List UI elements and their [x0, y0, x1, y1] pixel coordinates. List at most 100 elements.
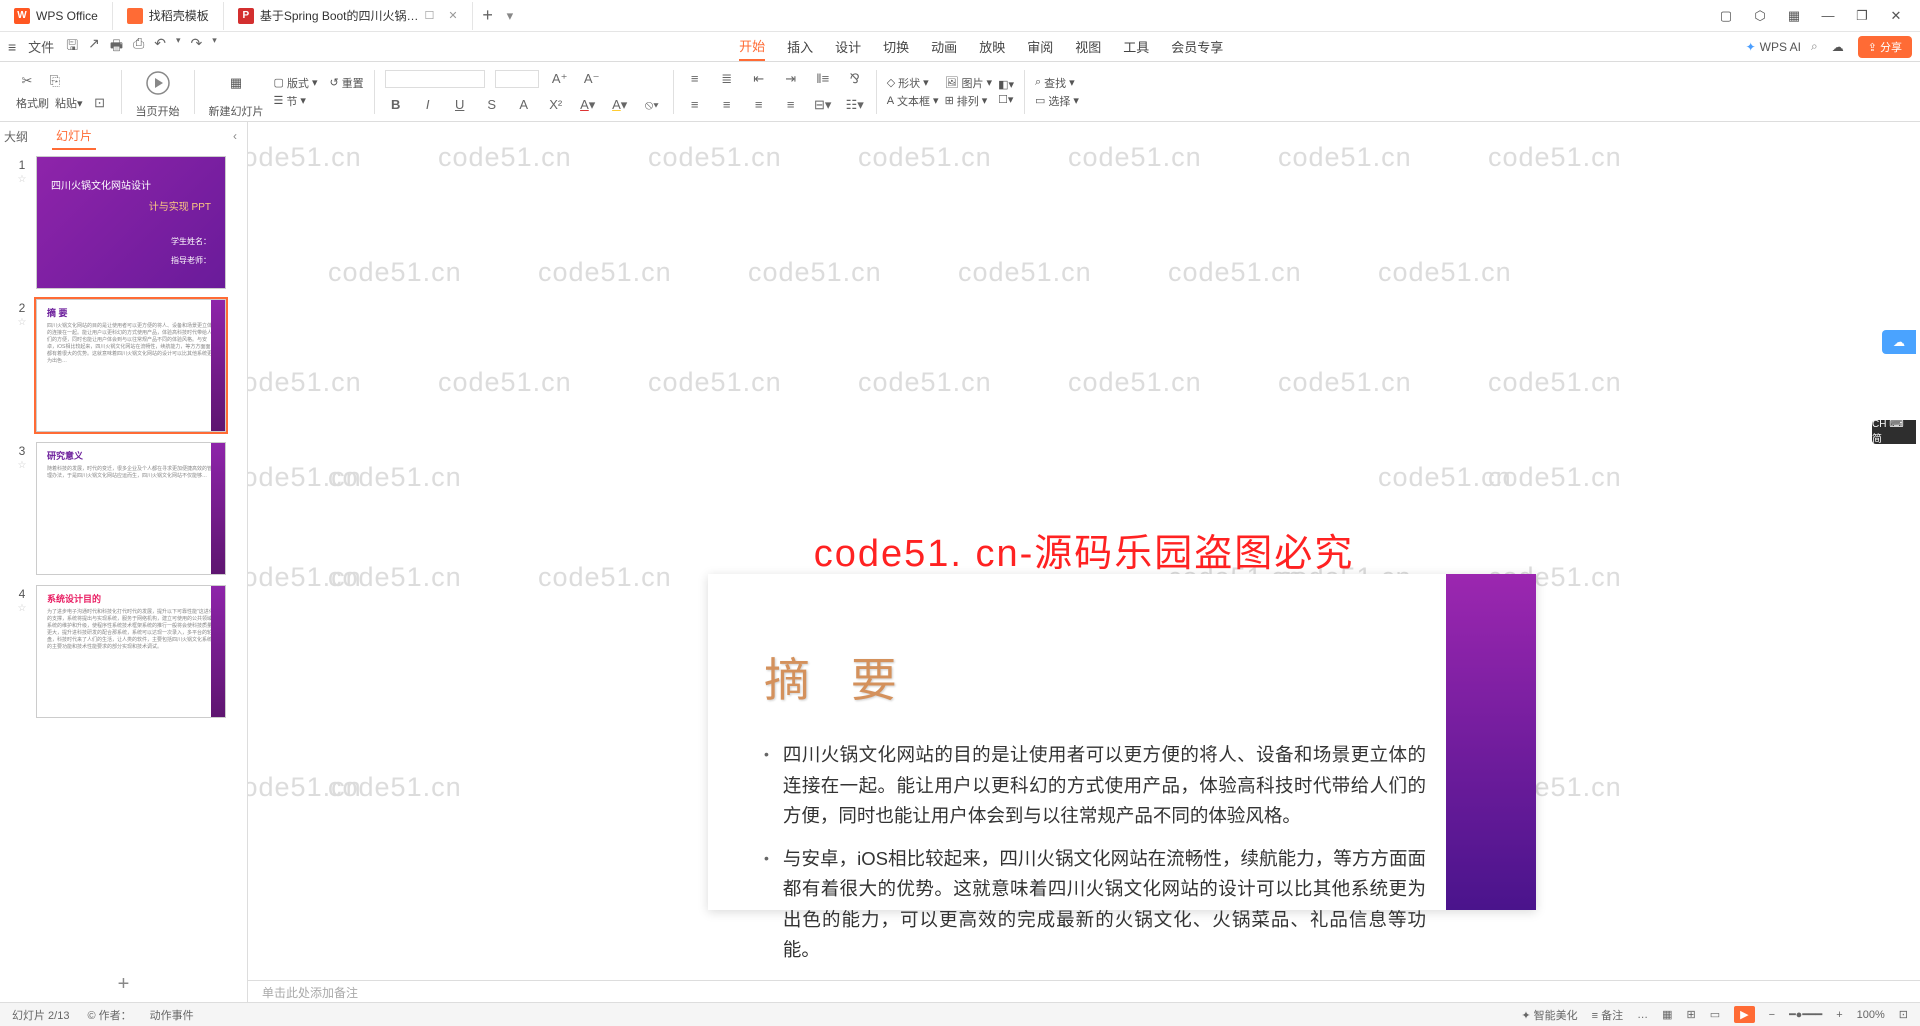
undo-icon[interactable]: ↶: [154, 35, 166, 59]
indent-inc-icon[interactable]: ⇥: [780, 69, 802, 89]
notes-toggle[interactable]: ≡ 备注: [1592, 1007, 1623, 1023]
thumb[interactable]: 系统设计目的 为了进步电子沟通时代和科技化打代时代的发展，提升以下可靠性能"这进…: [36, 585, 226, 718]
tab-design[interactable]: 设计: [835, 32, 861, 61]
italic-icon[interactable]: I: [417, 95, 439, 115]
app-tab-template[interactable]: 找稻壳模板: [113, 2, 224, 30]
slide-thumb-3[interactable]: 3☆ 研究意义 随着科技的发展，时代的变迁，很多企业及个人都在寻求更加便捷高效的…: [14, 442, 243, 575]
numbering-icon[interactable]: ≣: [716, 69, 738, 89]
find-button[interactable]: ⌕ 查找▾: [1035, 75, 1079, 91]
smart-art-icon[interactable]: ☷▾: [844, 95, 866, 115]
undo-menu-icon[interactable]: ▾: [176, 35, 181, 59]
zoom-out-icon[interactable]: −: [1769, 1009, 1775, 1021]
collapse-panel-icon[interactable]: ‹: [233, 129, 237, 143]
tab-menu-icon[interactable]: ▾: [507, 8, 514, 24]
star-icon[interactable]: ☆: [18, 174, 27, 185]
tab-view[interactable]: 视图: [1075, 32, 1101, 61]
star-icon[interactable]: ☆: [18, 460, 27, 471]
slides-tab[interactable]: 幻灯片: [52, 123, 96, 150]
new-tab-button[interactable]: +: [473, 5, 503, 26]
more-icon[interactable]: …: [1637, 1009, 1648, 1021]
align-left-icon[interactable]: ≡: [684, 95, 706, 115]
tab-slideshow[interactable]: 放映: [979, 32, 1005, 61]
strike-icon[interactable]: S: [481, 95, 503, 115]
thumb[interactable]: 摘 要 四川火锅文化网站的目的是让使用者可以更方便的将人、设备和场景更立体的连接…: [36, 299, 226, 432]
beautify-button[interactable]: ✦ 智能美化: [1521, 1007, 1577, 1023]
copy-icon[interactable]: ⎘: [44, 71, 66, 91]
close-icon[interactable]: ✕: [1880, 4, 1912, 28]
tab-animation[interactable]: 动画: [931, 32, 957, 61]
superscript-icon[interactable]: X²: [545, 95, 567, 115]
slides-list[interactable]: 1☆ 四川火锅文化网站设计 计与实现 PPT 学生姓名： 指导老师： 2☆ 摘 …: [0, 150, 247, 967]
notes-pane[interactable]: 单击此处添加备注: [248, 980, 1920, 1002]
tab-tools[interactable]: 工具: [1123, 32, 1149, 61]
redo-menu-icon[interactable]: ▾: [212, 35, 217, 59]
align-justify-icon[interactable]: ≡: [780, 95, 802, 115]
wps-ai-button[interactable]: ✦ WPS AI ⌕: [1746, 39, 1818, 54]
tab-member[interactable]: 会员专享: [1171, 32, 1223, 61]
section-button[interactable]: ☰ 节▾: [274, 93, 318, 109]
font-size-select[interactable]: [495, 70, 539, 88]
align-right-icon[interactable]: ≡: [748, 95, 770, 115]
slide-thumb-2[interactable]: 2☆ 摘 要 四川火锅文化网站的目的是让使用者可以更方便的将人、设备和场景更立体…: [14, 299, 243, 432]
grow-font-icon[interactable]: A⁺: [549, 69, 571, 89]
fit-icon[interactable]: ⊡: [1899, 1008, 1908, 1021]
search-icon[interactable]: ⌕: [1811, 39, 1818, 54]
picture-button[interactable]: 🖼 图片▾: [945, 75, 993, 91]
shrink-font-icon[interactable]: A⁻: [581, 69, 603, 89]
win-btn-3[interactable]: ▦: [1778, 4, 1810, 28]
print-preview-icon[interactable]: ⎙: [133, 35, 144, 59]
indent-dec-icon[interactable]: ⇤: [748, 69, 770, 89]
app-tab-wps[interactable]: W WPS Office: [0, 2, 113, 30]
reset-button[interactable]: ↺ 重置: [329, 75, 363, 91]
hamburger-icon[interactable]: ≡: [8, 39, 16, 55]
clear-format-icon[interactable]: ⦸▾: [641, 95, 663, 115]
underline-icon[interactable]: U: [449, 95, 471, 115]
columns-icon[interactable]: ⊟▾: [812, 95, 834, 115]
line-spacing-icon[interactable]: ‖≡: [812, 69, 834, 89]
zoom-in-icon[interactable]: +: [1836, 1009, 1842, 1021]
shape-button[interactable]: ◇ 形状▾: [887, 75, 939, 91]
view-reading-icon[interactable]: ▭: [1710, 1008, 1720, 1021]
thumb[interactable]: 研究意义 随着科技的发展，时代的变迁，很多企业及个人都在寻求更加便捷高效的管理办…: [36, 442, 226, 575]
cloud-sync-icon[interactable]: ☁: [1832, 40, 1844, 54]
select-button[interactable]: ▭ 选择▾: [1035, 93, 1079, 109]
bold-icon[interactable]: B: [385, 95, 407, 115]
font-style-icon[interactable]: A: [513, 95, 535, 115]
view-normal-icon[interactable]: ▦: [1662, 1008, 1672, 1021]
speak-icon[interactable]: ☐: [425, 9, 435, 22]
zoom-slider[interactable]: ━●━━━: [1789, 1008, 1822, 1021]
outline-tab[interactable]: 大纲: [0, 124, 32, 149]
tab-start[interactable]: 开始: [739, 32, 765, 61]
textbox-button[interactable]: A 文本框▾: [887, 93, 939, 109]
file-menu[interactable]: 文件: [28, 37, 54, 56]
align-center-icon[interactable]: ≡: [716, 95, 738, 115]
export-icon[interactable]: ↗: [88, 35, 100, 59]
view-slideshow-icon[interactable]: ▶: [1734, 1006, 1754, 1023]
app-tab-document[interactable]: P 基于Spring Boot的四川火锅… ☐ ✕: [224, 2, 473, 30]
win-btn-2[interactable]: ⬡: [1744, 4, 1776, 28]
canvas-area[interactable]: code51.cn code51.cn code51.cn code51.cn …: [248, 122, 1920, 1002]
arrange-button[interactable]: ⊞ 排列▾: [945, 93, 993, 109]
star-icon[interactable]: ☆: [18, 603, 27, 614]
format-brush-button[interactable]: 格式刷: [16, 95, 49, 111]
text-dir-icon[interactable]: ⅋: [844, 69, 866, 89]
win-btn-1[interactable]: ▢: [1710, 4, 1742, 28]
share-button[interactable]: ⇪ 分享: [1858, 36, 1912, 58]
ime-float-button[interactable]: CH ⌨ 简: [1872, 420, 1916, 444]
font-family-select[interactable]: [385, 70, 485, 88]
save-icon[interactable]: 🖫: [66, 35, 78, 59]
bullet-row[interactable]: • 与安卓，iOS相比较起来，四川火锅文化网站在流畅性，续航能力，等方方面面都有…: [764, 844, 1426, 966]
add-slide-button[interactable]: +: [0, 967, 247, 1002]
thumb[interactable]: 四川火锅文化网站设计 计与实现 PPT 学生姓名： 指导老师：: [36, 156, 226, 289]
tab-insert[interactable]: 插入: [787, 32, 813, 61]
view-sorter-icon[interactable]: ⊞: [1687, 1008, 1696, 1021]
layout-button[interactable]: ▢ 版式▾: [274, 75, 318, 91]
fill-icon[interactable]: ◧▾: [998, 78, 1014, 91]
close-tab-icon[interactable]: ✕: [448, 9, 457, 22]
print-icon[interactable]: 🖶: [110, 35, 123, 59]
tab-review[interactable]: 审阅: [1027, 32, 1053, 61]
cut-icon[interactable]: ✂: [16, 71, 38, 91]
new-slide-group[interactable]: ▦ 新建幻灯片: [205, 65, 268, 119]
slide-title[interactable]: 摘 要: [764, 644, 1426, 710]
bullet-row[interactable]: • 四川火锅文化网站的目的是让使用者可以更方便的将人、设备和场景更立体的连接在一…: [764, 740, 1426, 832]
